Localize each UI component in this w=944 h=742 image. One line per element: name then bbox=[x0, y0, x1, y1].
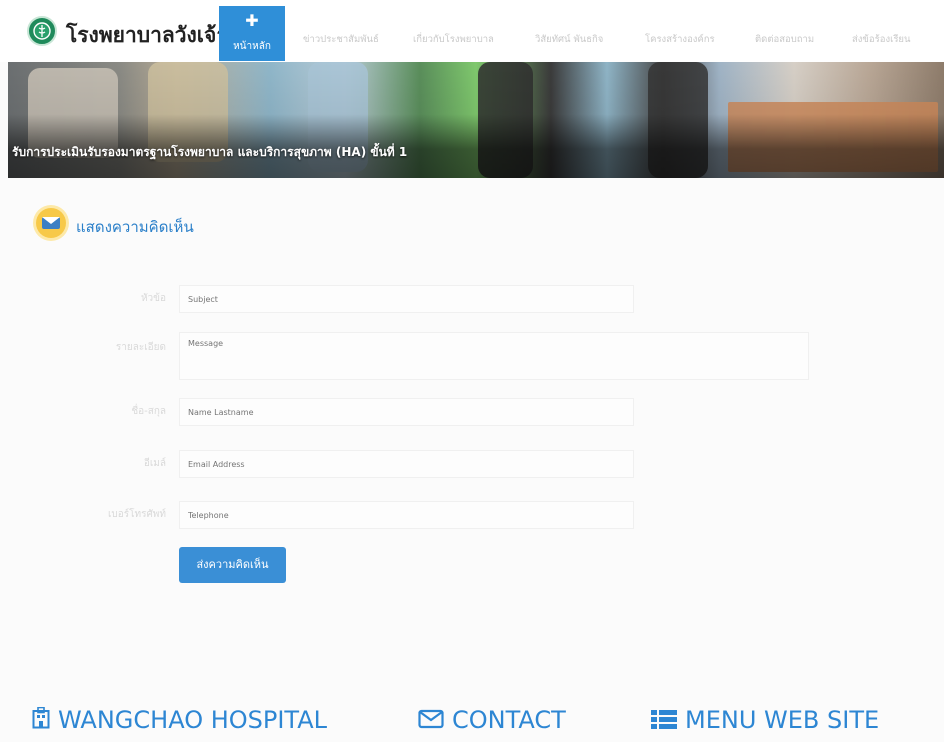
mail-icon bbox=[36, 208, 66, 238]
footer-menu-label: MENU WEB SITE bbox=[685, 706, 880, 734]
footer-hospital-link[interactable]: WANGCHAO HOSPITAL bbox=[32, 706, 327, 735]
name-input[interactable] bbox=[179, 398, 634, 426]
footer-hospital-label: WANGCHAO HOSPITAL bbox=[58, 706, 328, 734]
email-label: อีเมล์ bbox=[143, 458, 166, 469]
site-header: โรงพยาบาลวังเจ้า ✚ หน้าหลัก ข่าวประชาสัม… bbox=[0, 0, 944, 62]
nav-item-news[interactable]: ข่าวประชาสัมพันธ์ bbox=[303, 32, 379, 47]
hero-banner: รับการประเมินรับรองมาตรฐานโรงพยาบาล และบ… bbox=[8, 62, 944, 178]
nav-item-vision[interactable]: วิสัยทัศน์ พันธกิจ bbox=[535, 32, 603, 47]
nav-home-button[interactable]: ✚ หน้าหลัก bbox=[219, 6, 285, 61]
footer-menu-link[interactable]: MENU WEB SITE bbox=[651, 706, 879, 735]
subject-input[interactable] bbox=[179, 285, 634, 313]
list-icon bbox=[651, 707, 677, 735]
telephone-input[interactable] bbox=[179, 501, 634, 529]
nav-item-structure[interactable]: โครงสร้างองค์กร bbox=[645, 32, 715, 47]
plus-icon: ✚ bbox=[245, 11, 259, 30]
email-input[interactable] bbox=[179, 450, 634, 478]
section-title: แสดงความคิดเห็น bbox=[76, 218, 194, 236]
site-brand[interactable]: โรงพยาบาลวังเจ้า bbox=[66, 19, 228, 52]
nav-item-about[interactable]: เกี่ยวกับโรงพยาบาล bbox=[413, 32, 494, 47]
hospital-logo-icon[interactable] bbox=[27, 16, 57, 46]
nav-item-contact[interactable]: ติดต่อสอบถาม bbox=[755, 32, 814, 47]
hospital-icon bbox=[32, 706, 50, 735]
banner-caption: รับการประเมินรับรองมาตรฐานโรงพยาบาล และบ… bbox=[12, 145, 408, 159]
envelope-icon bbox=[418, 707, 444, 735]
name-label: ชื่อ-สกุล bbox=[131, 406, 166, 417]
subject-label: หัวข้อ bbox=[140, 293, 166, 304]
telephone-label: เบอร์โทรศัพท์ bbox=[107, 509, 166, 520]
message-label: รายละเอียด bbox=[115, 342, 166, 353]
nav-item-complaint[interactable]: ส่งข้อร้องเรียน bbox=[852, 32, 911, 47]
footer-contact-link[interactable]: CONTACT bbox=[418, 706, 566, 735]
footer-contact-label: CONTACT bbox=[452, 706, 566, 734]
submit-comment-button[interactable]: ส่งความคิดเห็น bbox=[179, 547, 286, 583]
nav-home-label: หน้าหลัก bbox=[233, 41, 271, 52]
message-textarea[interactable] bbox=[179, 332, 809, 380]
